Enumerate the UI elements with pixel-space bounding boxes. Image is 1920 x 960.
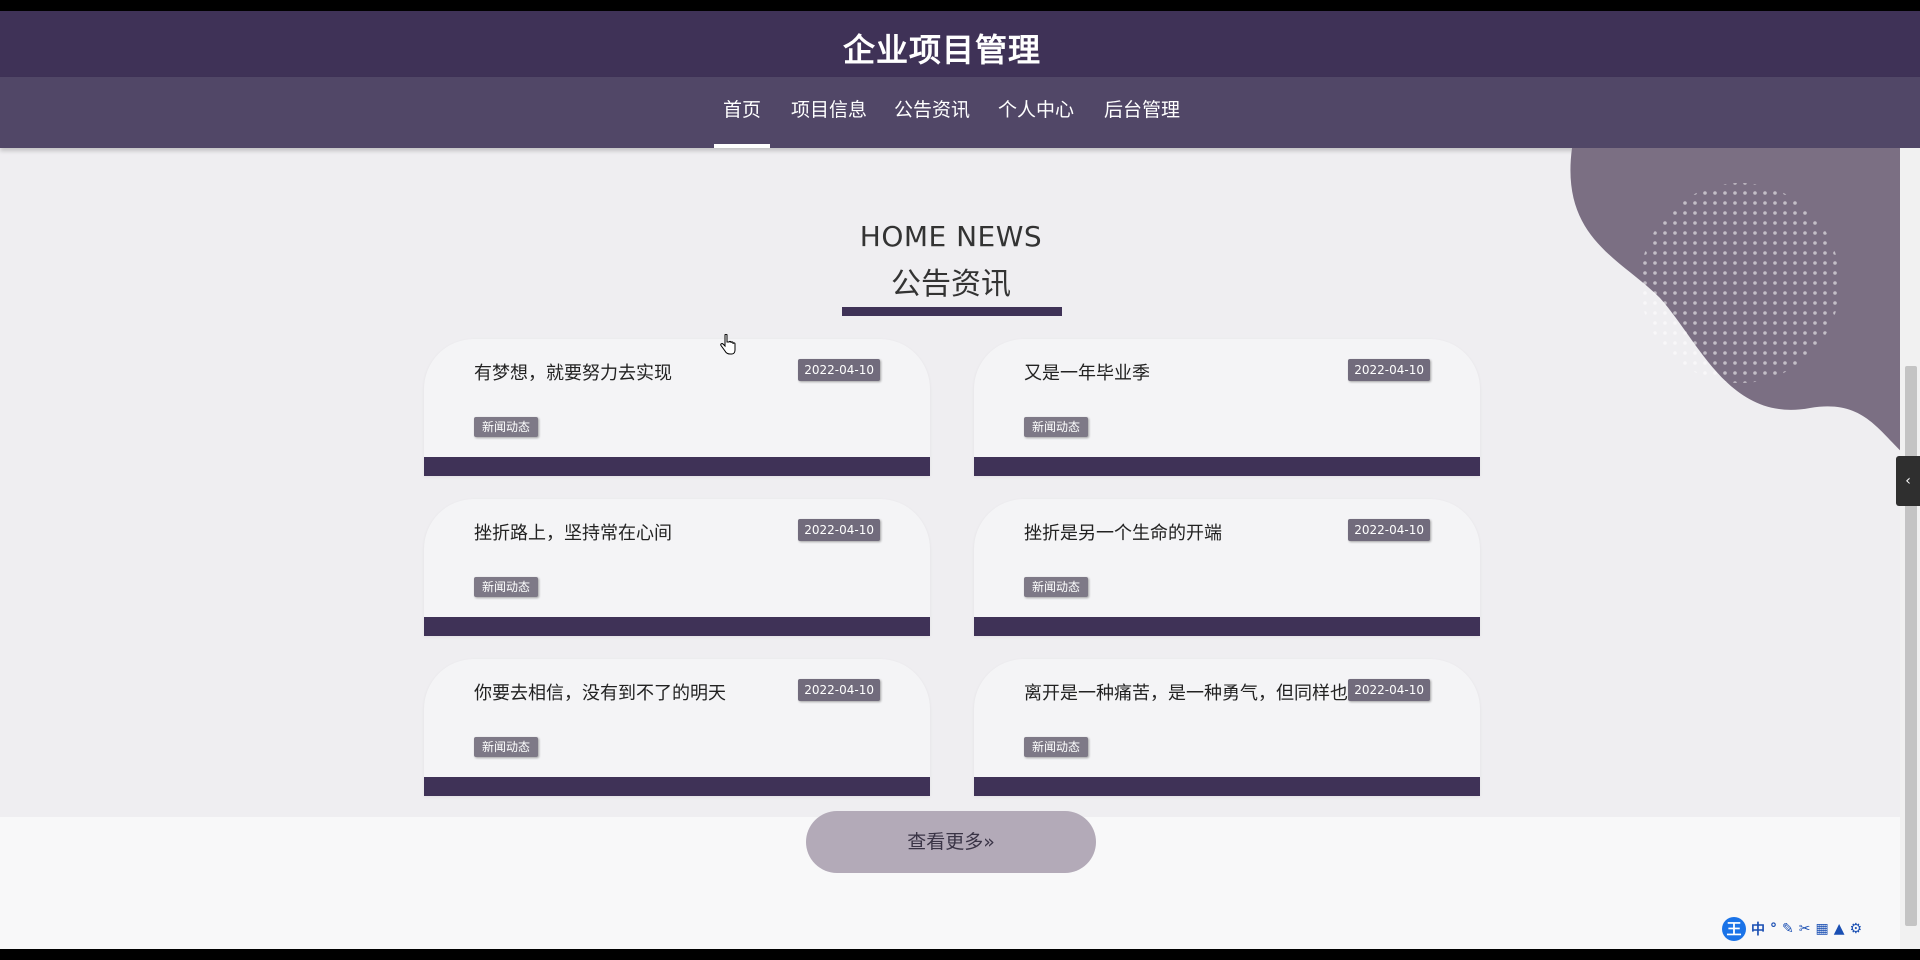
shirt-icon[interactable]: ▲ (1834, 921, 1845, 937)
pen-icon[interactable]: ✎ (1782, 921, 1794, 937)
chevron-left-icon: ‹ (1905, 473, 1911, 489)
news-card[interactable]: 有梦想，就要努力去实现 2022-04-10 新闻动态 (424, 339, 930, 476)
title-bar: 企业项目管理 (0, 11, 1920, 77)
nav-item-projects[interactable]: 项目信息 (789, 77, 869, 148)
news-title[interactable]: 挫折路上，坚持常在心间 (474, 519, 854, 545)
news-category-tag: 新闻动态 (1024, 737, 1089, 757)
news-category-tag: 新闻动态 (474, 737, 539, 757)
news-category-tag: 新闻动态 (1024, 417, 1089, 437)
ime-logo[interactable]: 王 (1722, 917, 1746, 941)
news-date-badge: 2022-04-10 (1348, 359, 1430, 381)
punctuation-icon[interactable]: ° (1770, 921, 1777, 937)
card-footer-bar (974, 777, 1480, 796)
scissors-icon[interactable]: ✂ (1799, 921, 1811, 937)
card-footer-bar (974, 617, 1480, 636)
nav-item-home[interactable]: 首页 (714, 77, 770, 148)
nav-item-admin[interactable]: 后台管理 (1102, 77, 1182, 148)
section-title-en: HOME NEWS (859, 220, 1043, 253)
ime-toolbar: 王 中 ° ✎ ✂ ▦ ▲ ⚙ (1722, 916, 1862, 942)
news-date-badge: 2022-04-10 (798, 519, 880, 541)
hand-cursor-icon (720, 334, 736, 355)
card-footer-bar (424, 777, 930, 796)
card-footer-bar (424, 617, 930, 636)
news-title[interactable]: 离开是一种痛苦，是一种勇气，但同样也是一种保护 (1024, 679, 1404, 705)
news-card[interactable]: 离开是一种痛苦，是一种勇气，但同样也是一种保护 2022-04-10 新闻动态 (974, 659, 1480, 796)
keyboard-icon[interactable]: ▦ (1815, 921, 1828, 937)
card-footer-bar (424, 457, 930, 476)
decorative-blob (1570, 148, 1920, 468)
nav-item-profile[interactable]: 个人中心 (996, 77, 1076, 148)
news-card[interactable]: 又是一年毕业季 2022-04-10 新闻动态 (974, 339, 1480, 476)
nav-bar: 首页 项目信息 公告资讯 个人中心 后台管理 (0, 77, 1920, 148)
nav-item-news[interactable]: 公告资讯 (892, 77, 972, 148)
site-title: 企业项目管理 (842, 31, 1041, 69)
card-footer-bar (974, 457, 1480, 476)
news-category-tag: 新闻动态 (474, 417, 539, 437)
news-card[interactable]: 你要去相信，没有到不了的明天 2022-04-10 新闻动态 (424, 659, 930, 796)
news-date-badge: 2022-04-10 (798, 359, 880, 381)
news-date-badge: 2022-04-10 (798, 679, 880, 701)
news-title[interactable]: 有梦想，就要努力去实现 (474, 359, 854, 385)
page: 企业项目管理 首页 项目信息 公告资讯 个人中心 后台管理 HOME NEWS … (0, 11, 1920, 949)
section-underline (842, 307, 1062, 316)
side-panel-toggle[interactable]: ‹ (1896, 456, 1920, 506)
news-date-badge: 2022-04-10 (1348, 679, 1430, 701)
view-more-button[interactable]: 查看更多» (806, 811, 1096, 873)
news-category-tag: 新闻动态 (1024, 577, 1089, 597)
settings-icon[interactable]: ⚙ (1849, 921, 1862, 937)
news-title[interactable]: 又是一年毕业季 (1024, 359, 1404, 385)
news-date-badge: 2022-04-10 (1348, 519, 1430, 541)
news-title[interactable]: 挫折是另一个生命的开端 (1024, 519, 1404, 545)
news-card[interactable]: 挫折是另一个生命的开端 2022-04-10 新闻动态 (974, 499, 1480, 636)
ime-mode-toggle[interactable]: 中 (1751, 919, 1765, 939)
news-card[interactable]: 挫折路上，坚持常在心间 2022-04-10 新闻动态 (424, 499, 930, 636)
news-category-tag: 新闻动态 (474, 577, 539, 597)
section-title-zh: 公告资讯 (891, 267, 1011, 302)
scrollbar-thumb[interactable] (1905, 366, 1917, 926)
news-title[interactable]: 你要去相信，没有到不了的明天 (474, 679, 854, 705)
